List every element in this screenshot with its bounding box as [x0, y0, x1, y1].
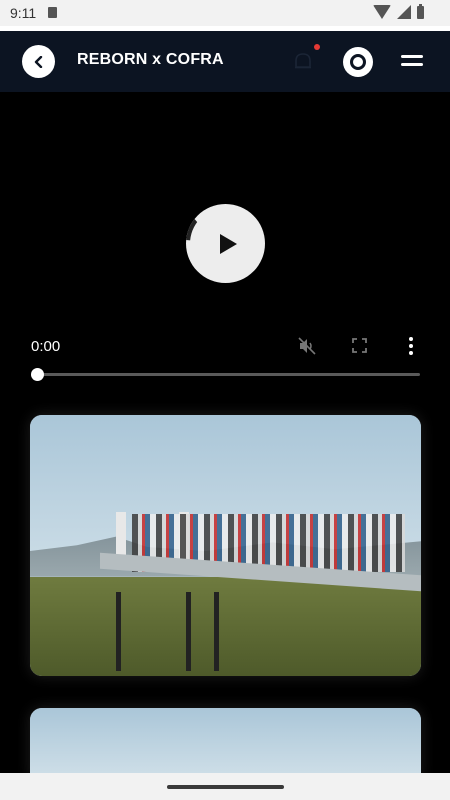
more-vert-icon[interactable] — [408, 337, 414, 355]
status-icons — [373, 3, 424, 19]
video-player[interactable]: 0:00 — [0, 92, 450, 392]
sd-card-icon — [48, 7, 57, 18]
fullscreen-icon[interactable] — [352, 338, 367, 353]
home-gesture-handle[interactable] — [167, 785, 284, 789]
outdoor-cycling-class-photo — [30, 415, 421, 676]
mute-icon[interactable] — [298, 337, 316, 355]
app-header: REBORN x COFRA — [0, 31, 450, 92]
hamburger-menu-icon[interactable] — [401, 55, 423, 69]
wifi-icon — [373, 5, 391, 19]
gallery-photo[interactable] — [30, 708, 421, 778]
status-time: 9:11 — [10, 5, 37, 21]
battery-icon — [417, 3, 424, 19]
bell-icon[interactable] — [292, 51, 314, 73]
seek-thumb[interactable] — [31, 368, 44, 381]
chevron-left-icon — [34, 55, 42, 68]
notification-badge — [314, 44, 320, 50]
gallery-photo[interactable] — [30, 415, 421, 676]
system-navigation-bar — [0, 773, 450, 800]
video-current-time: 0:00 — [31, 338, 61, 355]
signal-icon — [397, 5, 411, 19]
ring-logo-icon[interactable] — [343, 47, 373, 77]
page-title: REBORN x COFRA — [77, 51, 224, 68]
seek-bar[interactable] — [31, 373, 420, 376]
play-icon — [219, 233, 237, 254]
play-button[interactable] — [186, 204, 265, 283]
status-bar: 9:11 — [0, 0, 450, 26]
back-button[interactable] — [22, 45, 55, 78]
outdoor-cycling-class-photo-2 — [30, 708, 421, 778]
